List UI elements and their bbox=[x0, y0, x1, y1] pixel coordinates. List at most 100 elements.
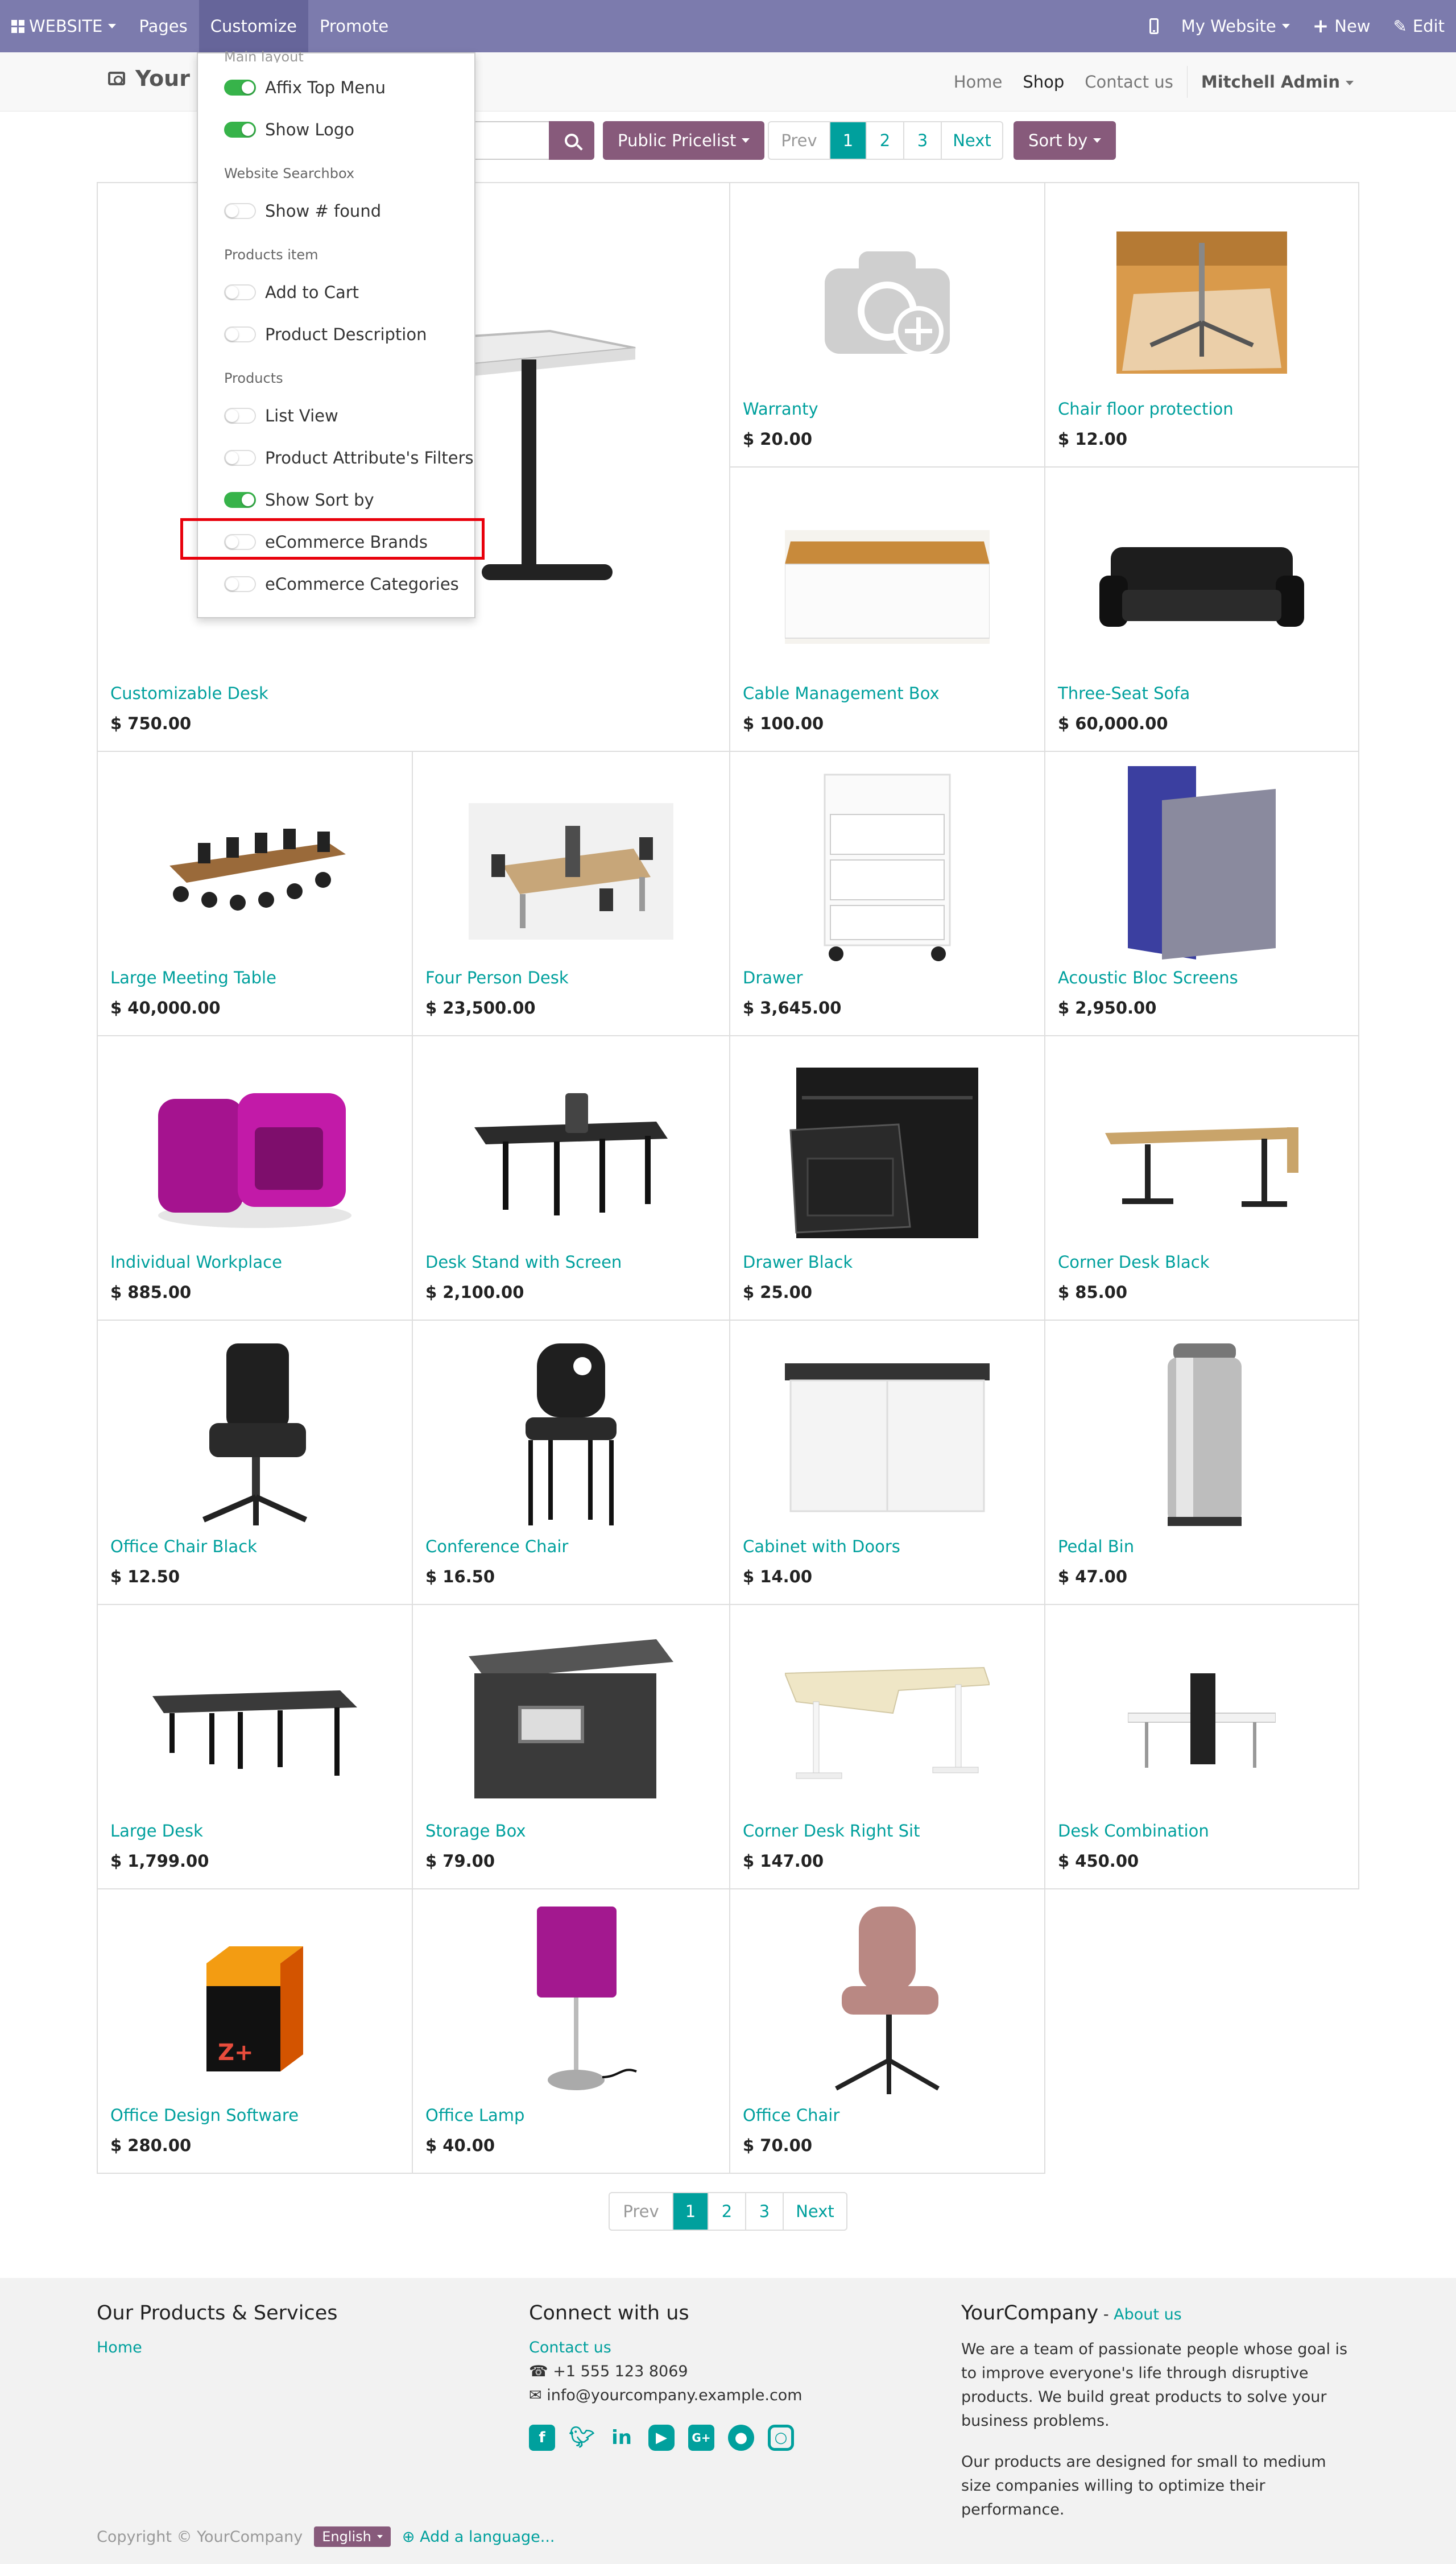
edit-button[interactable]: ✎ Edit bbox=[1382, 0, 1456, 52]
product-name[interactable]: Corner Desk Right Sit bbox=[743, 1821, 920, 1841]
add-language-link[interactable]: ⊕ Add a language... bbox=[402, 2528, 555, 2546]
product-name[interactable]: Customizable Desk bbox=[110, 684, 268, 703]
product-name[interactable]: Large Desk bbox=[110, 1821, 203, 1841]
product-name[interactable]: Office Chair bbox=[743, 2106, 839, 2125]
product-card[interactable]: Conference Chair $ 16.50 bbox=[412, 1320, 730, 1605]
youtube-icon[interactable]: ▶ bbox=[648, 2425, 675, 2451]
language-selector[interactable]: English bbox=[314, 2526, 391, 2547]
product-card[interactable]: Three-Seat Sofa $ 60,000.00 bbox=[1044, 466, 1359, 752]
pager-prev[interactable]: Prev bbox=[769, 122, 829, 159]
toggle-switch[interactable] bbox=[224, 80, 256, 96]
product-card[interactable]: Acoustic Bloc Screens $ 2,950.00 bbox=[1044, 751, 1359, 1036]
product-name[interactable]: Large Meeting Table bbox=[110, 968, 276, 987]
pager-next[interactable]: Next bbox=[941, 122, 1002, 159]
product-card[interactable]: Corner Desk Black $ 85.00 bbox=[1044, 1035, 1359, 1321]
option-add-to-cart[interactable]: Add to Cart bbox=[224, 276, 474, 308]
google-plus-icon[interactable]: G+ bbox=[688, 2425, 714, 2451]
twitter-icon[interactable]: 🐦︎ bbox=[569, 2425, 595, 2451]
footer-contact-link[interactable]: Contact us bbox=[529, 2336, 927, 2360]
user-menu[interactable]: Mitchell Admin bbox=[1191, 72, 1354, 92]
product-card[interactable]: Z+ Office Design Software $ 280.00 bbox=[97, 1888, 413, 2174]
option-ecommerce-categories[interactable]: eCommerce Categories bbox=[224, 568, 474, 600]
sort-by-dropdown[interactable]: Sort by bbox=[1014, 121, 1116, 160]
option-show-sort-by[interactable]: Show Sort by bbox=[224, 484, 474, 516]
product-card[interactable]: Cable Management Box $ 100.00 bbox=[729, 466, 1045, 752]
product-card[interactable]: Drawer $ 3,645.00 bbox=[729, 751, 1045, 1036]
product-card[interactable]: Large Desk $ 1,799.00 bbox=[97, 1604, 413, 1889]
search-button[interactable] bbox=[549, 121, 594, 160]
product-card[interactable]: Storage Box $ 79.00 bbox=[412, 1604, 730, 1889]
toggle-switch[interactable] bbox=[224, 408, 256, 424]
product-name[interactable]: Pedal Bin bbox=[1058, 1537, 1134, 1556]
product-card[interactable]: Warranty $ 20.00 bbox=[729, 182, 1045, 468]
pager-page-3[interactable]: 3 bbox=[745, 2193, 783, 2230]
pricelist-dropdown[interactable]: Public Pricelist bbox=[603, 121, 765, 160]
option-show-logo[interactable]: Show Logo bbox=[224, 114, 474, 146]
product-name[interactable]: Cabinet with Doors bbox=[743, 1537, 900, 1556]
mobile-preview-button[interactable] bbox=[1138, 0, 1170, 52]
product-name[interactable]: Four Person Desk bbox=[425, 968, 569, 987]
pager-page-1[interactable]: 1 bbox=[672, 2193, 708, 2230]
nav-shop[interactable]: Shop bbox=[1012, 72, 1074, 92]
pager-page-1[interactable]: 1 bbox=[829, 122, 866, 159]
toggle-switch[interactable] bbox=[224, 326, 256, 342]
option-affix-top-menu[interactable]: Affix Top Menu bbox=[224, 72, 474, 104]
product-card[interactable]: Chair floor protection $ 12.00 bbox=[1044, 182, 1359, 468]
product-card[interactable]: Cabinet with Doors $ 14.00 bbox=[729, 1320, 1045, 1605]
product-card[interactable]: Four Person Desk $ 23,500.00 bbox=[412, 751, 730, 1036]
pager-page-2[interactable]: 2 bbox=[866, 122, 903, 159]
pager-next[interactable]: Next bbox=[783, 2193, 846, 2230]
product-name[interactable]: Acoustic Bloc Screens bbox=[1058, 968, 1238, 987]
instagram-icon[interactable]: ○ bbox=[768, 2425, 794, 2451]
my-website-menu[interactable]: My Website bbox=[1170, 0, 1301, 52]
option-attribute-filters[interactable]: Product Attribute's Filters bbox=[224, 442, 474, 474]
search-input[interactable] bbox=[472, 121, 549, 160]
product-name[interactable]: Office Design Software bbox=[110, 2106, 299, 2125]
about-us-link[interactable]: About us bbox=[1114, 2306, 1182, 2323]
promote-menu[interactable]: Promote bbox=[308, 0, 400, 52]
product-name[interactable]: Conference Chair bbox=[425, 1537, 568, 1556]
product-card[interactable]: Large Meeting Table $ 40,000.00 bbox=[97, 751, 413, 1036]
customize-menu[interactable]: Customize bbox=[198, 0, 308, 52]
footer-home-link[interactable]: Home bbox=[97, 2336, 461, 2360]
linkedin-icon[interactable]: in bbox=[609, 2425, 635, 2451]
product-name[interactable]: Storage Box bbox=[425, 1821, 526, 1841]
toggle-switch[interactable] bbox=[224, 122, 256, 138]
product-name[interactable]: Warranty bbox=[743, 399, 818, 419]
product-card[interactable]: Desk Stand with Screen $ 2,100.00 bbox=[412, 1035, 730, 1321]
nav-home[interactable]: Home bbox=[944, 72, 1013, 92]
new-button[interactable]: + New bbox=[1301, 0, 1382, 52]
footer-email[interactable]: ✉ info@yourcompany.example.com bbox=[529, 2384, 927, 2408]
github-icon[interactable]: ● bbox=[728, 2425, 754, 2451]
pager-page-2[interactable]: 2 bbox=[708, 2193, 745, 2230]
product-name[interactable]: Drawer Black bbox=[743, 1252, 853, 1272]
product-card[interactable]: Corner Desk Right Sit $ 147.00 bbox=[729, 1604, 1045, 1889]
product-card[interactable]: Desk Combination $ 450.00 bbox=[1044, 1604, 1359, 1889]
pages-menu[interactable]: Pages bbox=[127, 0, 198, 52]
product-card[interactable]: Office Lamp $ 40.00 bbox=[412, 1888, 730, 2174]
toggle-switch[interactable] bbox=[224, 576, 256, 592]
product-name[interactable]: Desk Combination bbox=[1058, 1821, 1209, 1841]
product-name[interactable]: Chair floor protection bbox=[1058, 399, 1234, 419]
pager-prev[interactable]: Prev bbox=[610, 2193, 672, 2230]
product-card[interactable]: Pedal Bin $ 47.00 bbox=[1044, 1320, 1359, 1605]
product-name[interactable]: Cable Management Box bbox=[743, 684, 940, 703]
product-name[interactable]: Drawer bbox=[743, 968, 803, 987]
toggle-switch[interactable] bbox=[224, 203, 256, 219]
toggle-switch[interactable] bbox=[224, 284, 256, 300]
product-name[interactable]: Corner Desk Black bbox=[1058, 1252, 1210, 1272]
product-card[interactable]: Drawer Black $ 25.00 bbox=[729, 1035, 1045, 1321]
product-name[interactable]: Office Chair Black bbox=[110, 1537, 257, 1556]
product-card[interactable]: Office Chair Black $ 12.50 bbox=[97, 1320, 413, 1605]
option-list-view[interactable]: List View bbox=[224, 400, 474, 432]
product-card[interactable]: Individual Workplace $ 885.00 bbox=[97, 1035, 413, 1321]
toggle-switch[interactable] bbox=[224, 492, 256, 508]
nav-contact-us[interactable]: Contact us bbox=[1074, 72, 1184, 92]
pager-page-3[interactable]: 3 bbox=[903, 122, 941, 159]
option-product-description[interactable]: Product Description bbox=[224, 319, 474, 350]
product-name[interactable]: Three-Seat Sofa bbox=[1058, 684, 1190, 703]
product-name[interactable]: Individual Workplace bbox=[110, 1252, 282, 1272]
product-name[interactable]: Office Lamp bbox=[425, 2106, 524, 2125]
product-card[interactable]: Office Chair $ 70.00 bbox=[729, 1888, 1045, 2174]
toggle-switch[interactable] bbox=[224, 450, 256, 466]
